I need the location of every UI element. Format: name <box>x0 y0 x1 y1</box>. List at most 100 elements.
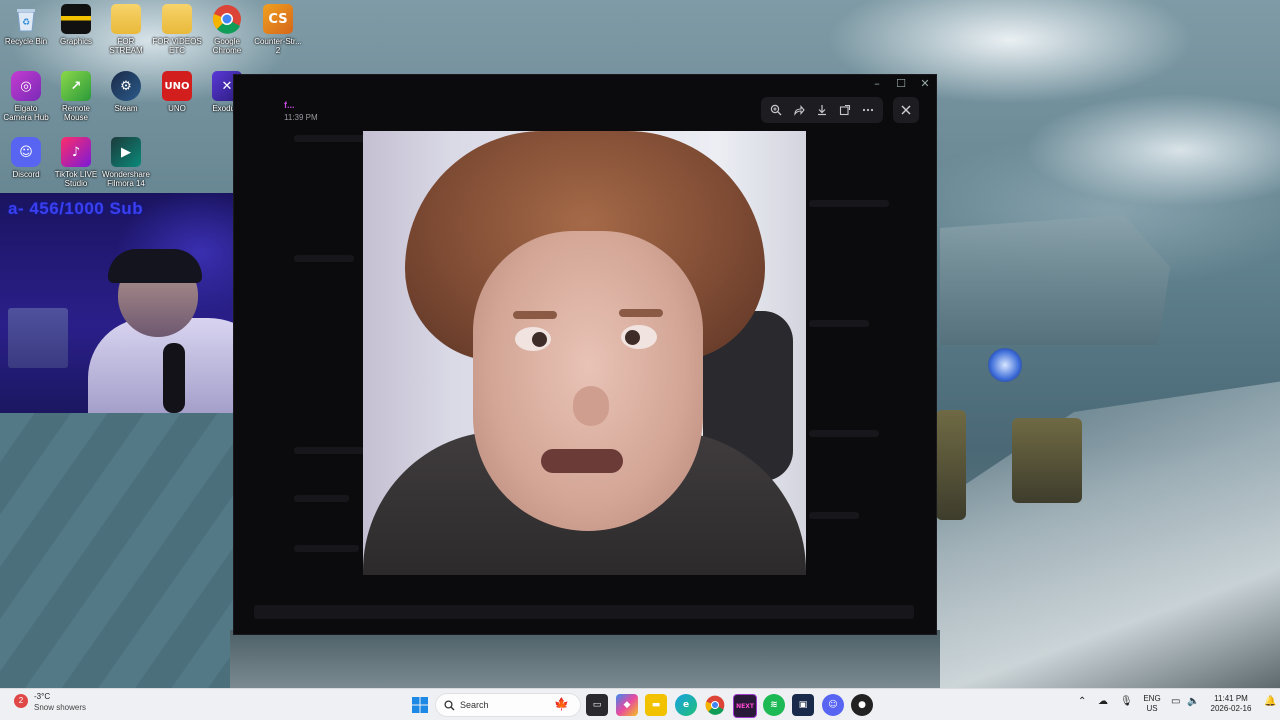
file-explorer-icon[interactable]: ▭ <box>586 694 608 716</box>
clock[interactable]: 11:41 PM 2026-02-16 <box>1206 694 1256 714</box>
desktop-icon-graphics[interactable]: Graphics <box>50 4 102 46</box>
filmora-icon: ▶ <box>111 137 141 167</box>
desktop-icon-elgato[interactable]: ◎ Elgato Camera Hub <box>0 71 52 122</box>
message-input-ghost <box>254 605 914 619</box>
canada-flag-icon: 🍁 <box>554 697 569 711</box>
volume-icon[interactable]: 🔈 <box>1187 697 1199 707</box>
search-placeholder: Search <box>460 700 489 710</box>
desktop-icon-chrome[interactable]: Google Chrome <box>201 4 253 55</box>
desktop-icon-filmora[interactable]: ▶ Wondershare Filmora 14 <box>100 137 152 188</box>
folder-icon <box>162 4 192 34</box>
desktop-icon-label: Steam <box>114 104 138 113</box>
desktop-icon-label: Recycle Bin <box>4 37 48 46</box>
wallpaper-rocks <box>230 630 940 688</box>
desktop-icon-tiktok[interactable]: ♪ TikTok LIVE Studio <box>50 137 102 188</box>
counter-strike-icon: CS <box>263 4 293 34</box>
minimize-icon[interactable]: – <box>866 77 888 91</box>
viewer-toolbar <box>761 97 883 123</box>
photo-brow <box>513 311 557 319</box>
ghost-row <box>809 430 879 437</box>
network-icon[interactable]: ▭ <box>1171 697 1180 707</box>
app-icon[interactable]: ● <box>851 694 873 716</box>
desktop-icon-discord[interactable]: ☺ Discord <box>0 137 52 179</box>
wallpaper-soldier <box>1012 418 1082 503</box>
webcam-shelf <box>8 308 68 368</box>
folder-dark-icon <box>61 4 91 34</box>
discord-icon: ☺ <box>11 137 41 167</box>
clock-time: 11:41 PM <box>1214 694 1248 703</box>
language-indicator[interactable]: ENG US <box>1142 694 1162 714</box>
download-icon[interactable] <box>812 100 832 120</box>
wallpaper-snow-slope <box>930 380 1280 688</box>
next-icon[interactable]: NEXT <box>733 694 757 718</box>
photo-mouth <box>541 449 623 473</box>
windows-start-icon[interactable] <box>409 694 431 716</box>
recycle-bin-icon: ♻ <box>11 4 41 34</box>
desktop-icon-label: UNO <box>168 104 186 113</box>
wallpaper-structure <box>940 215 1170 345</box>
viewer-author[interactable]: f... <box>284 100 295 110</box>
window-close-icon[interactable]: ✕ <box>914 77 936 91</box>
photo-nose <box>573 386 609 426</box>
app-icon[interactable]: ▣ <box>792 694 814 716</box>
desktop-icon-label: TikTok LIVE Studio <box>54 170 98 188</box>
folder-icon <box>111 4 141 34</box>
maximize-icon[interactable]: ☐ <box>890 77 912 91</box>
desktop-icon-label: Counter-Str... 2 <box>254 37 302 55</box>
webcam-person-cap <box>108 249 202 283</box>
spotify-icon[interactable]: ≋ <box>763 694 785 716</box>
folder-icon[interactable]: ▬ <box>645 694 667 716</box>
photo-face <box>473 231 703 531</box>
desktop-icon-label: Graphics <box>59 37 92 46</box>
ghost-row <box>294 447 364 454</box>
ghost-row <box>809 320 869 327</box>
desktop-icon-steam[interactable]: ⚙ Steam <box>100 71 152 113</box>
chrome-icon <box>212 4 242 34</box>
desktop-icon-label: FOR VIDEOS ETC <box>152 37 202 55</box>
ghost-row <box>809 512 859 519</box>
svg-text:♻: ♻ <box>22 18 30 28</box>
forward-icon[interactable] <box>789 100 809 120</box>
notification-bell-icon[interactable]: 🔔 <box>1264 697 1276 707</box>
elgato-icon: ◎ <box>11 71 41 101</box>
desktop-icon-uno[interactable]: UNO UNO <box>151 71 203 113</box>
ghost-row <box>294 255 354 262</box>
desktop-icon-label: Discord <box>12 170 40 179</box>
edge-icon[interactable]: e <box>675 694 697 716</box>
desktop-icon-label: Elgato Camera Hub <box>3 104 49 122</box>
zoom-in-icon[interactable] <box>766 100 786 120</box>
webcam-microphone <box>163 343 185 413</box>
ghost-row <box>809 200 889 207</box>
ghost-row <box>294 545 359 552</box>
discord-icon[interactable]: ☺ <box>822 694 844 716</box>
uno-icon: UNO <box>162 71 192 101</box>
wallpaper-soldier <box>936 410 966 520</box>
desktop-icon-label: Remote Mouse <box>61 104 90 122</box>
chrome-icon[interactable] <box>704 694 726 716</box>
desktop-icon-remote-mouse[interactable]: ↗ Remote Mouse <box>50 71 102 122</box>
chevron-up-icon[interactable]: ⌃ <box>1078 697 1086 707</box>
close-icon[interactable] <box>893 97 919 123</box>
desktop-icon-label: FOR STREAM <box>109 37 143 55</box>
wallpaper-floor <box>0 410 240 688</box>
search-icon <box>444 700 455 711</box>
open-external-icon[interactable] <box>835 100 855 120</box>
desktop-icon-for-stream[interactable]: FOR STREAM <box>100 4 152 55</box>
taskbar-search[interactable]: Search 🍁 <box>435 693 581 717</box>
viewer-timestamp: 11:39 PM <box>284 113 318 122</box>
steam-icon: ⚙ <box>111 71 141 101</box>
onedrive-icon[interactable]: ☁ <box>1098 697 1108 707</box>
remote-mouse-icon: ↗ <box>61 71 91 101</box>
copilot-icon[interactable]: ◆ <box>616 694 638 716</box>
desktop-icon-for-videos[interactable]: FOR VIDEOS ETC <box>151 4 203 55</box>
wallpaper-orb <box>988 348 1022 382</box>
desktop-icon-counter-strike[interactable]: CS Counter-Str... 2 <box>252 4 304 55</box>
microphone-icon[interactable]: 🎙 <box>1120 697 1133 707</box>
viewer-image[interactable] <box>363 131 806 575</box>
ghost-row <box>294 135 364 142</box>
more-icon[interactable] <box>858 100 878 120</box>
photo-eye <box>621 325 657 349</box>
desktop-icon-label: Google Chrome <box>212 37 242 55</box>
weather-desc: Snow showers <box>34 703 87 712</box>
desktop-icon-recycle-bin[interactable]: ♻ Recycle Bin <box>0 4 52 46</box>
